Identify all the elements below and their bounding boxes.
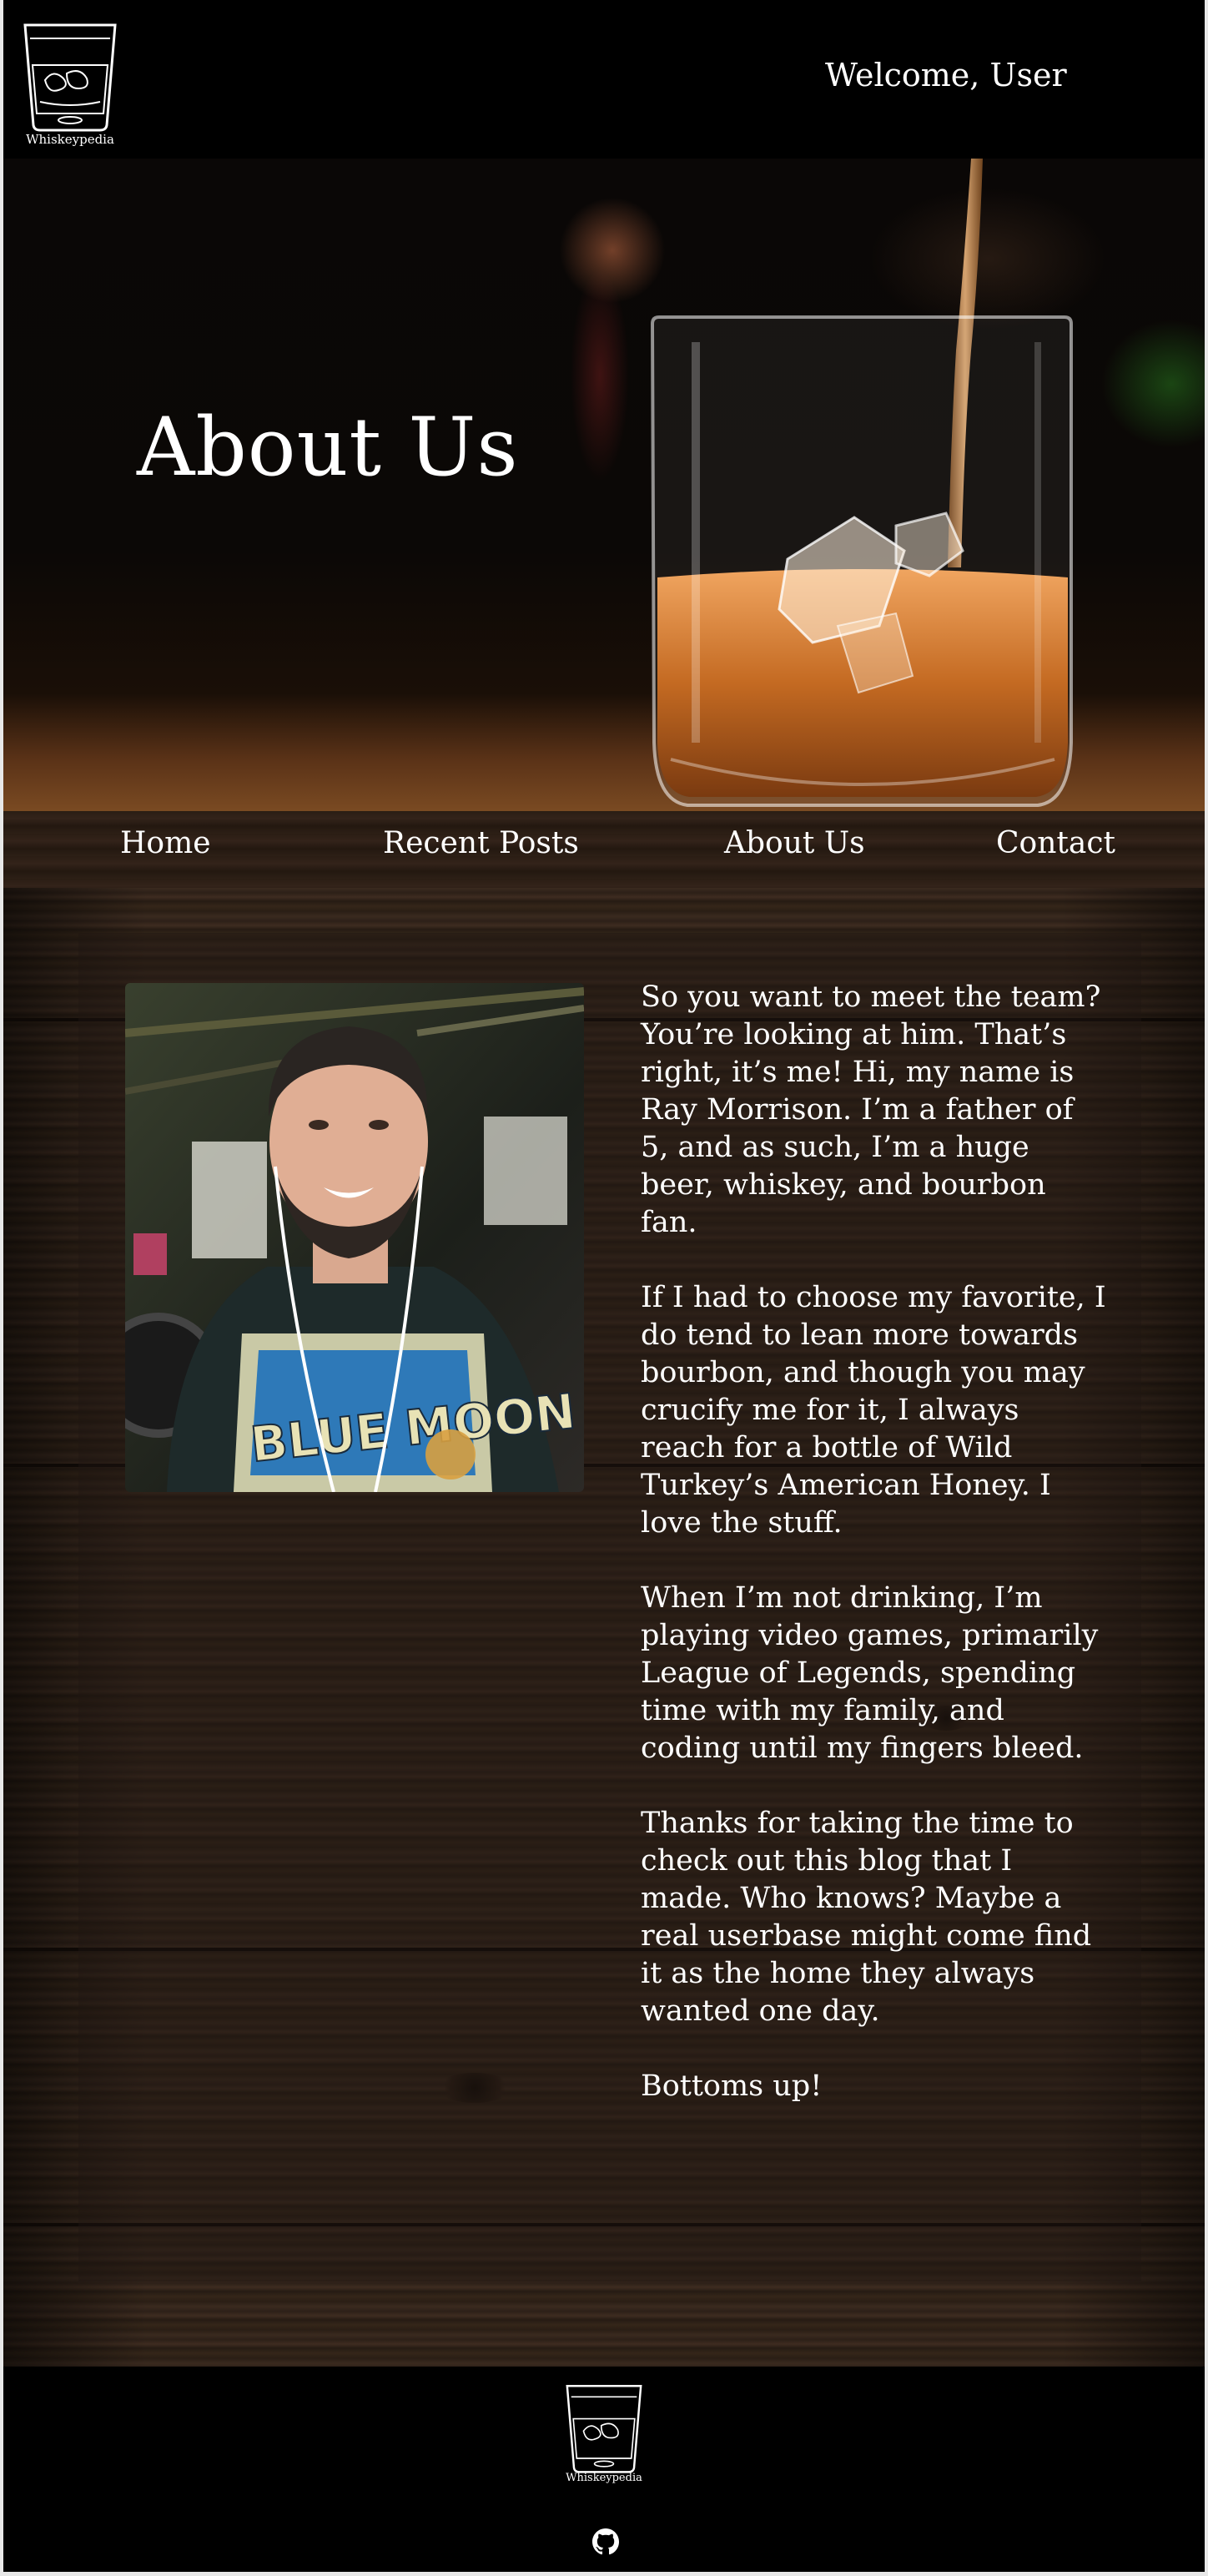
bio-paragraph: If I had to choose my favorite, I do ten… — [641, 1281, 1106, 1540]
hero-banner: About Us — [3, 159, 1205, 811]
bio-text: So you want to meet the team? You’re loo… — [641, 979, 1108, 2143]
github-icon[interactable] — [592, 2528, 619, 2555]
welcome-message: Welcome, User — [825, 57, 1067, 93]
site-logo[interactable]: Whiskeypedia — [20, 22, 120, 149]
nav-contact[interactable]: Contact — [996, 826, 1115, 860]
whiskey-glass-logo-icon — [23, 23, 117, 132]
header: Whiskeypedia Welcome, User — [3, 0, 1205, 159]
footer: Whiskeypedia — [3, 2367, 1205, 2572]
author-photo: BLUE MOON — [125, 983, 584, 1492]
whiskey-glass-logo-icon — [566, 2385, 642, 2473]
whiskey-glass-image — [650, 159, 1073, 807]
nav-recent-posts[interactable]: Recent Posts — [383, 826, 579, 860]
about-card: BLUE MOON So you want to meet the team? … — [78, 933, 1141, 2281]
bio-paragraph: Thanks for taking the time to check out … — [641, 1807, 1092, 2028]
logo-text: Whiskeypedia — [26, 132, 114, 147]
bio-paragraph: Bottoms up! — [641, 2069, 823, 2103]
nav-home[interactable]: Home — [120, 826, 211, 860]
main-content: BLUE MOON So you want to meet the team? … — [3, 888, 1205, 2367]
main-nav: Home Recent Posts About Us Contact — [3, 811, 1205, 888]
page-title: About Us — [137, 401, 519, 494]
page: Whiskeypedia Welcome, User About Us Home… — [3, 0, 1205, 2572]
nav-about-us[interactable]: About Us — [724, 826, 865, 860]
footer-logo[interactable]: Whiskeypedia — [562, 2383, 646, 2487]
bio-paragraph: So you want to meet the team? You’re loo… — [641, 980, 1101, 1239]
bio-paragraph: When I’m not drinking, I’m playing video… — [641, 1581, 1099, 1765]
footer-logo-text: Whiskeypedia — [566, 2472, 642, 2484]
